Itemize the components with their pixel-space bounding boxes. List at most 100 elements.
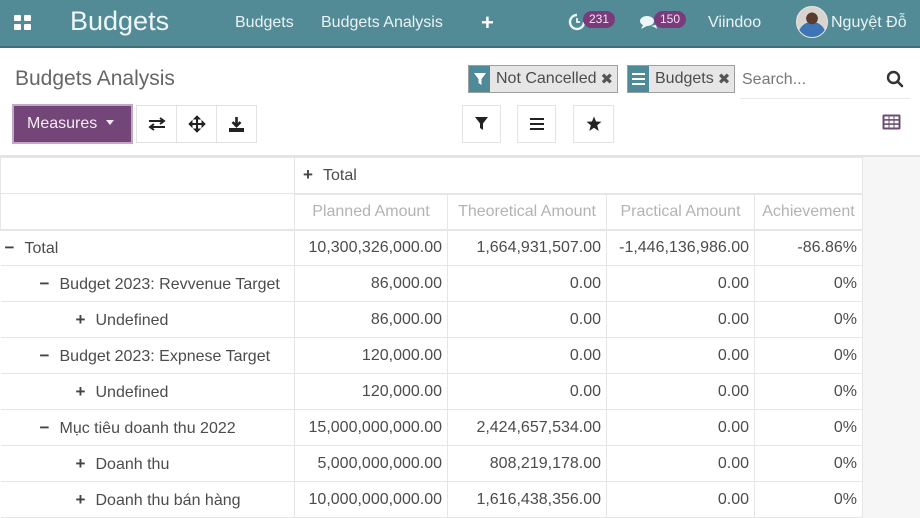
pivot-row: − Mục tiêu doanh thu 2022 15,000,000,000.0…: [0, 409, 863, 446]
empty-area: [862, 157, 920, 518]
groupby-list-icon: [529, 118, 544, 130]
search-facet-groupby: Budgets ✖: [627, 65, 736, 93]
cell-planned[interactable]: 10,000,000,000.00: [294, 481, 448, 518]
cell-practical[interactable]: 0.00: [606, 373, 755, 410]
pivot-row: − Total 10,300,326,000.00 1,664,931,507.00-…: [0, 229, 863, 266]
cell-theoretical[interactable]: 1,616,438,356.00: [447, 481, 607, 518]
cell-achievement[interactable]: 0%: [754, 373, 863, 410]
measure-header-theoretical[interactable]: Theoretical Amount: [447, 193, 607, 231]
cell-theoretical[interactable]: 808,219,178.00: [447, 445, 607, 482]
app-menu-grid-icon[interactable]: [14, 15, 32, 31]
search-icon[interactable]: [886, 70, 904, 88]
pivot-row: + Undefined 120,000.00 0.00 0.00 0%: [0, 373, 863, 410]
measure-header-planned[interactable]: Planned Amount: [294, 193, 448, 231]
row-header[interactable]: − Budget 2023: Expnese Target: [0, 337, 295, 374]
filters-button[interactable]: [462, 105, 501, 143]
collapse-minus-icon: −: [39, 417, 50, 437]
activity-count-badge: 231: [583, 11, 616, 28]
download-button[interactable]: [216, 105, 257, 143]
pivot-view-table-icon[interactable]: [882, 114, 901, 130]
cell-planned[interactable]: 86,000.00: [294, 301, 448, 338]
cell-theoretical[interactable]: 0.00: [447, 337, 607, 374]
cell-planned[interactable]: 5,000,000,000.00: [294, 445, 448, 482]
row-header[interactable]: − Mục tiêu doanh thu 2022: [0, 409, 295, 446]
add-menu-plus-icon[interactable]: +: [481, 10, 494, 36]
row-label: Undefined: [95, 311, 169, 329]
pivot-row: − Budget 2023: Revvenue Target 86,000.00 0.…: [0, 265, 863, 302]
menu-budgets[interactable]: Budgets: [235, 14, 294, 32]
expand-plus-icon: +: [303, 165, 313, 185]
search-underline: [740, 98, 910, 99]
cell-practical[interactable]: 0.00: [606, 445, 755, 482]
expand-plus-icon: +: [75, 309, 86, 329]
app-name: Budgets: [70, 6, 170, 36]
remove-facet-icon[interactable]: ✖: [718, 70, 735, 88]
cell-achievement[interactable]: 0%: [754, 301, 863, 338]
cell-planned[interactable]: 15,000,000,000.00: [294, 409, 448, 446]
row-label: Total: [24, 239, 59, 257]
groupby-list-icon: [628, 66, 649, 92]
expand-arrows-icon: [187, 115, 206, 133]
cell-theoretical[interactable]: 0.00: [447, 265, 607, 302]
measure-header-practical[interactable]: Practical Amount: [606, 193, 755, 231]
row-header[interactable]: − Total: [0, 229, 295, 266]
cell-practical[interactable]: 0.00: [606, 301, 755, 338]
favorites-button[interactable]: [573, 105, 614, 143]
pivot-row: + Doanh thu bán hàng 10,000,000,000.00 1,61…: [0, 481, 863, 518]
row-header[interactable]: − Budget 2023: Revvenue Target: [0, 265, 295, 302]
row-header[interactable]: + Undefined: [0, 301, 295, 338]
row-header[interactable]: + Undefined: [0, 373, 295, 410]
measure-header-achievement[interactable]: Achievement: [754, 193, 863, 231]
remove-facet-icon[interactable]: ✖: [601, 70, 618, 88]
caret-down-icon: [106, 120, 115, 125]
measures-dropdown-button[interactable]: Measures: [12, 104, 133, 144]
groupby-button[interactable]: [517, 105, 556, 143]
row-header[interactable]: + Doanh thu: [0, 445, 295, 482]
expand-plus-icon: +: [75, 453, 86, 473]
star-icon: [586, 116, 601, 131]
cell-practical[interactable]: 0.00: [606, 265, 755, 302]
cell-planned[interactable]: 86,000.00: [294, 265, 448, 302]
top-navbar: Budgets Budgets Budgets Analysis + 231 1…: [0, 0, 920, 48]
cell-achievement[interactable]: -86.86%: [754, 229, 863, 266]
cell-practical[interactable]: -1,446,136,986.00: [606, 229, 755, 266]
cell-planned[interactable]: 10,300,326,000.00: [294, 229, 448, 266]
download-icon: [229, 116, 244, 132]
cell-achievement[interactable]: 0%: [754, 337, 863, 374]
user-avatar[interactable]: [796, 6, 828, 38]
menu-budgets-analysis[interactable]: Budgets Analysis: [321, 14, 443, 32]
row-header[interactable]: + Doanh thu bán hàng: [0, 481, 295, 518]
collapse-minus-icon: −: [4, 237, 15, 257]
cell-practical[interactable]: 0.00: [606, 409, 755, 446]
flip-axis-button[interactable]: [136, 105, 177, 143]
column-header-total[interactable]: + Total: [294, 157, 863, 195]
collapse-minus-icon: −: [39, 345, 50, 365]
cell-achievement[interactable]: 0%: [754, 409, 863, 446]
pivot-table: + Total Planned Amount Theoretical Amount…: [0, 157, 863, 518]
row-label: Mục tiêu doanh thu 2022: [59, 419, 236, 437]
page-title: Budgets Analysis: [15, 67, 175, 90]
cell-theoretical[interactable]: 0.00: [447, 301, 607, 338]
flip-axis-icon: [147, 117, 166, 131]
cell-planned[interactable]: 120,000.00: [294, 373, 448, 410]
expand-all-button[interactable]: [176, 105, 217, 143]
cell-planned[interactable]: 120,000.00: [294, 337, 448, 374]
search-input[interactable]: [742, 68, 872, 92]
cell-theoretical[interactable]: 0.00: [447, 373, 607, 410]
user-menu[interactable]: Nguyệt Đỗ: [831, 14, 907, 32]
pivot-row: + Doanh thu 5,000,000,000.00 808,219,178.00…: [0, 445, 863, 482]
pivot-row: − Budget 2023: Expnese Target 120,000.00 0.…: [0, 337, 863, 374]
pivot-row: + Undefined 86,000.00 0.00 0.00 0%: [0, 301, 863, 338]
cell-theoretical[interactable]: 1,664,931,507.00: [447, 229, 607, 266]
row-label: Budget 2023: Expnese Target: [59, 347, 271, 365]
cell-achievement[interactable]: 0%: [754, 265, 863, 302]
pivot-corner: [0, 157, 295, 194]
cell-practical[interactable]: 0.00: [606, 481, 755, 518]
cell-achievement[interactable]: 0%: [754, 481, 863, 518]
cell-theoretical[interactable]: 2,424,657,534.00: [447, 409, 607, 446]
cell-achievement[interactable]: 0%: [754, 445, 863, 482]
filter-icon: [469, 66, 490, 92]
company-switcher[interactable]: Viindoo: [708, 14, 761, 32]
cell-practical[interactable]: 0.00: [606, 337, 755, 374]
row-label: Doanh thu bán hàng: [95, 491, 241, 509]
